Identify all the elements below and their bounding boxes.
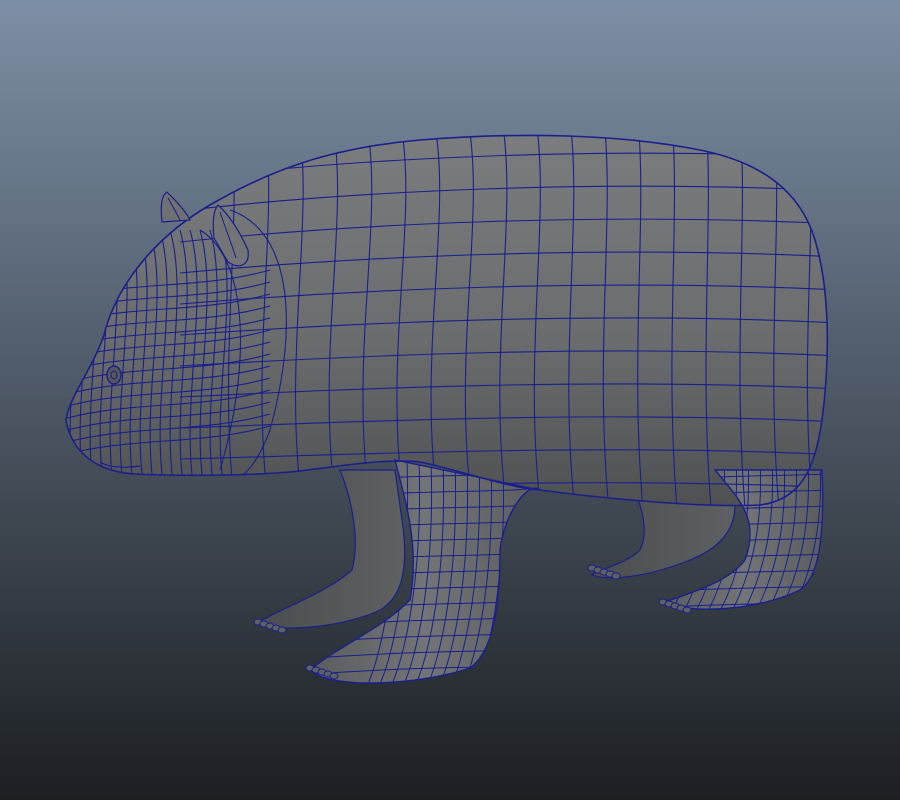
viewport-3d[interactable] — [0, 0, 900, 800]
eye — [106, 365, 122, 385]
toe — [682, 606, 692, 614]
viewport-canvas[interactable] — [0, 0, 900, 800]
toe — [611, 572, 621, 580]
toe — [277, 626, 287, 634]
toe — [329, 672, 339, 680]
